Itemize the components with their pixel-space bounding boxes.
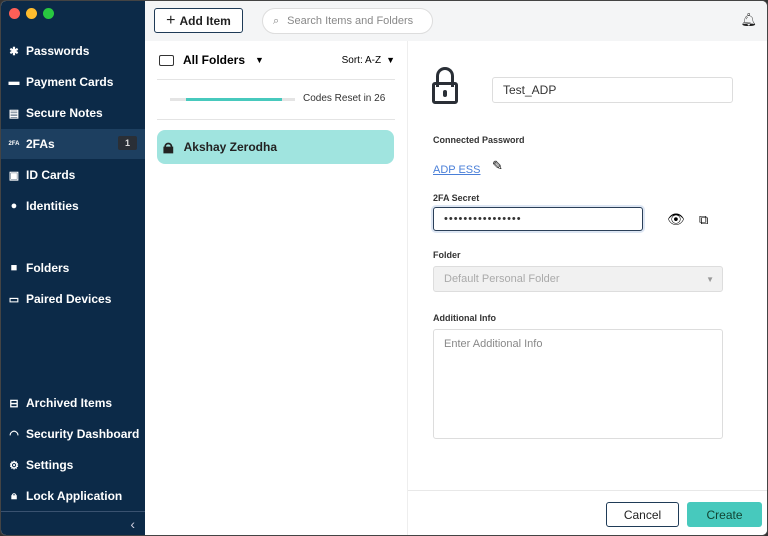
lock-icon <box>432 67 458 105</box>
search-placeholder: Search Items and Folders <box>287 15 414 27</box>
sidebar-item-label: Passwords <box>26 44 90 58</box>
folder-select[interactable]: Default Personal Folder ▼ <box>433 266 723 292</box>
sidebar-item-label: Secure Notes <box>26 106 103 120</box>
2fa-secret-input[interactable]: •••••••••••••••• <box>433 207 643 231</box>
add-item-button[interactable]: + Add Item <box>154 8 243 33</box>
sidebar-item-folders[interactable]: ■ Folders <box>1 253 145 283</box>
window-controls <box>9 8 54 19</box>
2fa-icon: 2FA <box>8 141 20 147</box>
codes-reset-progress <box>170 98 295 101</box>
folder-label: Folder <box>433 250 461 260</box>
gear-icon: ⚙ <box>9 459 19 472</box>
minimize-window-button[interactable] <box>26 8 37 19</box>
codes-reset-text: Codes Reset in 26 <box>303 93 386 104</box>
folder-value: Default Personal Folder <box>444 273 560 285</box>
sidebar-item-label: ID Cards <box>26 168 76 182</box>
dropdown-arrow-icon: ▼ <box>706 274 714 284</box>
sidebar-item-label: Settings <box>26 458 74 472</box>
search-icon: ⌕ <box>273 14 280 27</box>
asterisk-icon: ✱ <box>9 45 19 58</box>
title-input[interactable]: Test_ADP <box>492 77 733 103</box>
create-button[interactable]: Create <box>687 502 762 527</box>
archive-icon: ⊟ <box>9 397 19 410</box>
bell-icon[interactable]: 🔔︎ <box>740 12 757 28</box>
add-item-label: Add Item <box>179 13 231 28</box>
divider <box>1 511 145 512</box>
additional-info-textarea[interactable]: Enter Additional Info <box>433 329 723 439</box>
sidebar-item-id-cards[interactable]: ▣ ID Cards <box>1 160 145 190</box>
detail-panel: Test_ADP Connected Password ADP ESS ✎ 2F… <box>407 41 767 535</box>
sidebar-item-label: 2FAs <box>26 137 55 151</box>
person-icon: ● <box>10 200 18 212</box>
2fa-secret-label: 2FA Secret <box>433 193 480 203</box>
sidebar-item-lock-application[interactable]: 🔒︎ Lock Application <box>1 481 145 511</box>
sidebar-item-label: Archived Items <box>26 396 113 410</box>
sort-dropdown-icon[interactable]: ▼ <box>386 55 395 65</box>
folder-select[interactable]: All Folders <box>183 53 245 67</box>
sidebar-item-paired-devices[interactable]: ▭ Paired Devices <box>1 284 145 314</box>
sidebar-item-label: Paired Devices <box>26 292 112 306</box>
folder-dropdown-icon[interactable]: ▼ <box>255 55 264 65</box>
sort-select[interactable]: Sort: A-Z <box>342 55 381 66</box>
id-card-icon: ▣ <box>8 169 20 182</box>
note-icon: ▤ <box>8 107 20 120</box>
folder-icon: ■ <box>10 262 18 274</box>
sidebar-item-label: Payment Cards <box>26 75 114 89</box>
sidebar-item-label: Security Dashboard <box>26 427 140 441</box>
sidebar-item-label: Folders <box>26 261 70 275</box>
edit-pencil-icon[interactable]: ✎ <box>492 158 503 174</box>
plus-icon: + <box>166 11 176 29</box>
sidebar: ✱ Passwords ▬ Payment Cards ▤ Secure Notes … <box>1 1 145 535</box>
card-icon: ▬ <box>8 76 20 88</box>
cancel-button[interactable]: Cancel <box>606 502 679 527</box>
sidebar-item-security-dashboard[interactable]: ◠ Security Dashboard <box>1 419 145 449</box>
sidebar-item-secure-notes[interactable]: ▤ Secure Notes <box>1 98 145 128</box>
app-window: ✱ Passwords ▬ Payment Cards ▤ Secure Notes … <box>0 0 768 536</box>
item-list-panel: All Folders ▼ Sort: A-Z ▼ Codes Reset in… <box>145 41 407 535</box>
divider <box>408 490 767 491</box>
toolbar: + Add Item ⌕ Search Items and Folders 🔔︎ <box>145 1 767 41</box>
list-item-name: Akshay Zerodha <box>183 140 278 154</box>
sidebar-item-2fas[interactable]: 2FA 2FAs 1 <box>1 129 145 159</box>
devices-icon: ▭ <box>8 293 20 306</box>
sidebar-item-label: Lock Application <box>26 489 123 503</box>
additional-info-label: Additional Info <box>433 313 496 323</box>
sidebar-item-label: Identities <box>26 199 79 213</box>
sidebar-item-passwords[interactable]: ✱ Passwords <box>1 36 145 66</box>
lock-icon: 🔒︎ <box>11 489 17 502</box>
sidebar-item-archived-items[interactable]: ⊟ Archived Items <box>1 388 145 418</box>
search-input[interactable]: ⌕ Search Items and Folders <box>262 8 433 34</box>
connected-password-link[interactable]: ADP ESS <box>433 164 481 176</box>
zoom-window-button[interactable] <box>43 8 54 19</box>
divider <box>157 119 395 120</box>
sidebar-item-identities[interactable]: ● Identities <box>1 191 145 221</box>
folder-icon <box>159 54 174 66</box>
gauge-icon: ◠ <box>9 428 19 441</box>
count-badge: 1 <box>117 136 137 150</box>
copy-icon[interactable]: ⧉ <box>699 212 708 228</box>
eye-icon[interactable]: 👁︎ <box>667 211 685 228</box>
list-item[interactable]: 🔒︎ Akshay Zerodha <box>157 130 394 164</box>
connected-password-label: Connected Password <box>433 135 525 145</box>
sidebar-item-payment-cards[interactable]: ▬ Payment Cards <box>1 67 145 97</box>
divider <box>157 79 395 80</box>
lock-icon: 🔒︎ <box>163 135 174 158</box>
sidebar-item-settings[interactable]: ⚙ Settings <box>1 450 145 480</box>
collapse-sidebar-button[interactable]: ‹ <box>130 516 135 532</box>
close-window-button[interactable] <box>9 8 20 19</box>
